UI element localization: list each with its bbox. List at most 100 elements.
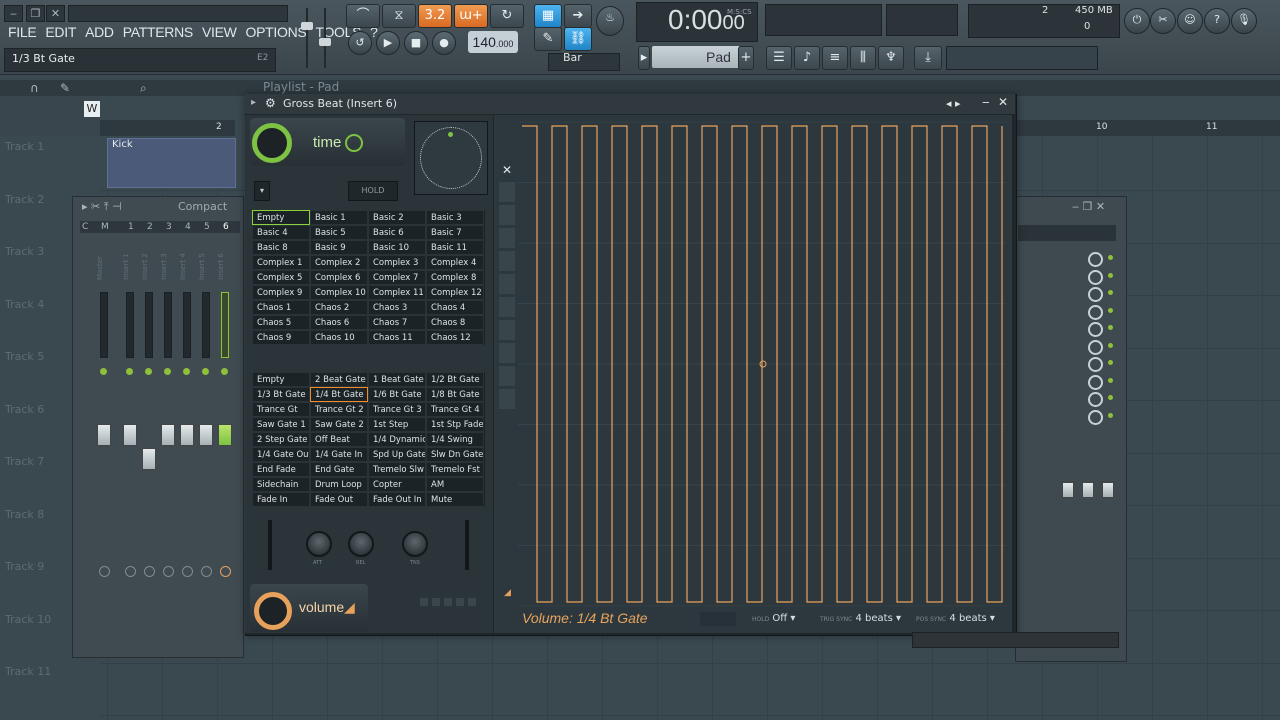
preset-item[interactable]: Basic 6 xyxy=(368,225,426,240)
slot-enable-led[interactable] xyxy=(1108,272,1113,278)
envelope-buttons[interactable] xyxy=(700,612,736,626)
hold-button[interactable]: HOLD xyxy=(348,181,398,201)
mixer-volume-fader[interactable] xyxy=(180,424,194,446)
preset-item[interactable]: Sidechain xyxy=(252,477,310,492)
channel-name-field[interactable] xyxy=(1018,225,1116,241)
preset-item[interactable]: Chaos 12 xyxy=(426,330,484,345)
preset-item[interactable]: Complex 1 xyxy=(252,255,310,270)
right-slider[interactable] xyxy=(465,520,469,570)
chat-icon[interactable]: ☺ xyxy=(1177,8,1203,34)
pencil-tool-icon[interactable]: ✎ xyxy=(60,81,70,95)
preset-item[interactable]: Chaos 10 xyxy=(310,330,368,345)
slot-enable-led[interactable] xyxy=(1108,307,1113,313)
add-pattern-button[interactable]: + xyxy=(738,46,754,70)
mixer-volume-fader[interactable] xyxy=(199,424,213,446)
preset-item[interactable]: Basic 9 xyxy=(310,240,368,255)
browser-icon[interactable]: ♆ xyxy=(878,46,904,70)
track-label[interactable]: Track 9 xyxy=(5,560,44,573)
att-knob[interactable] xyxy=(306,531,332,557)
preset-item[interactable]: 1/4 Gate In xyxy=(310,447,368,462)
loop-icon[interactable]: ↺ xyxy=(348,31,372,55)
preset-item[interactable]: Complex 8 xyxy=(426,270,484,285)
mixer-pan-knob[interactable] xyxy=(182,566,193,577)
slot-mix-knob[interactable] xyxy=(1088,269,1103,285)
track-label[interactable]: Track 10 xyxy=(5,613,51,626)
slot-mix-knob[interactable] xyxy=(1088,287,1103,302)
preset-item[interactable]: Trance Gt 4 xyxy=(426,402,484,417)
cut-icon[interactable]: ✂ xyxy=(1150,8,1176,34)
track-label[interactable]: Track 6 xyxy=(5,403,44,416)
preset-item[interactable]: Fade In xyxy=(252,492,310,507)
preset-nav-icon[interactable]: ◂ ▸ xyxy=(946,97,961,110)
snap-selector[interactable] xyxy=(548,53,620,71)
gb-close-icon[interactable]: ✕ xyxy=(998,95,1008,109)
tns-knob[interactable] xyxy=(402,531,428,557)
pattern-icon[interactable]: W xyxy=(84,101,100,117)
time-menu-arrow[interactable]: ▾ xyxy=(254,181,270,201)
pattern-counter[interactable]: 3.2 xyxy=(418,4,452,28)
slot-mix-knob[interactable] xyxy=(1088,409,1103,425)
preset-item[interactable]: 2 Beat Gate xyxy=(310,372,368,387)
mixer-pan-knob[interactable] xyxy=(144,566,155,577)
pattern-mode-button[interactable]: ▦ xyxy=(534,4,562,28)
wait-input-button[interactable]: ⧖ xyxy=(382,4,416,28)
preset-item[interactable]: Empty xyxy=(252,210,310,225)
preset-item[interactable]: Complex 7 xyxy=(368,270,426,285)
preset-item[interactable]: 1/2 Bt Gate xyxy=(426,372,484,387)
track-label[interactable]: Track 11 xyxy=(5,665,51,678)
pencil-icon[interactable]: ✎ xyxy=(534,27,562,51)
preset-item[interactable]: Basic 10 xyxy=(368,240,426,255)
news-panel[interactable] xyxy=(946,46,1098,70)
mixer-channel-number[interactable]: 3 xyxy=(166,222,172,232)
slot-mix-knob[interactable] xyxy=(1088,322,1103,337)
preset-item[interactable]: Trance Gt 2 xyxy=(310,402,368,417)
track-label[interactable]: Track 8 xyxy=(5,508,44,521)
preset-item[interactable]: Chaos 8 xyxy=(426,315,484,330)
menu-patterns[interactable]: PATTERNS xyxy=(123,24,194,40)
preset-item[interactable]: Basic 2 xyxy=(368,210,426,225)
mixer-pan-knob[interactable] xyxy=(163,566,174,577)
preset-item[interactable]: Basic 8 xyxy=(252,240,310,255)
help-icon[interactable]: ? xyxy=(1204,8,1230,34)
magnet-icon[interactable]: ∩ xyxy=(30,81,39,95)
mixer-volume-fader[interactable] xyxy=(161,424,175,446)
preset-item[interactable]: Fade Out xyxy=(310,492,368,507)
gb-minimize-icon[interactable]: ‒ xyxy=(982,95,990,109)
mixer-enable-led[interactable] xyxy=(221,368,228,375)
preset-item[interactable]: Complex 3 xyxy=(368,255,426,270)
preset-item[interactable]: Chaos 9 xyxy=(252,330,310,345)
play-icon[interactable]: ▶ xyxy=(376,31,400,55)
preset-item[interactable]: Tremelo Slw xyxy=(368,462,426,477)
preset-item[interactable]: Spd Up Gate xyxy=(368,447,426,462)
left-slider[interactable] xyxy=(268,520,272,570)
volume-mix-knob[interactable] xyxy=(254,592,292,630)
menu-options[interactable]: OPTIONS xyxy=(246,24,307,40)
download-icon[interactable]: ⤓ xyxy=(914,46,942,70)
piano-roll-icon[interactable]: ♪ xyxy=(794,46,820,70)
typing-keyboard-icon[interactable]: ♨ xyxy=(596,6,624,36)
preset-item[interactable]: Chaos 11 xyxy=(368,330,426,345)
slot-enable-led[interactable] xyxy=(1108,412,1113,418)
preset-item[interactable]: Empty xyxy=(252,372,310,387)
slot-enable-led[interactable] xyxy=(1108,255,1113,260)
pos-sync-control[interactable]: POS SYNC 4 beats ▾ xyxy=(916,613,995,624)
mixer-pan-knob[interactable] xyxy=(99,566,110,577)
track-label[interactable]: Track 7 xyxy=(5,455,44,468)
track-label[interactable]: Track 1 xyxy=(5,140,44,153)
envelope-close-icon[interactable]: ✕ xyxy=(500,163,514,177)
menu-add[interactable]: ADD xyxy=(85,24,114,40)
mixer-volume-fader[interactable] xyxy=(142,448,156,470)
preset-item[interactable]: 1/4 Gate Out xyxy=(252,447,310,462)
preset-item[interactable]: Basic 3 xyxy=(426,210,484,225)
power-icon[interactable]: ⏻ xyxy=(1124,8,1150,34)
mixer-pan-knob[interactable] xyxy=(125,566,136,577)
preset-item[interactable]: 1/6 Bt Gate xyxy=(368,387,426,402)
track-label[interactable]: Track 3 xyxy=(5,245,44,258)
hold-control[interactable]: HOLD Off ▾ xyxy=(752,613,795,624)
slot-mix-knob[interactable] xyxy=(1088,374,1103,390)
preset-item[interactable]: Saw Gate 1 xyxy=(252,417,310,432)
mixer-enable-led[interactable] xyxy=(126,368,133,375)
slot-enable-led[interactable] xyxy=(1108,360,1113,365)
mixer-icon[interactable]: ⫼ xyxy=(850,46,876,70)
preset-item[interactable]: Complex 2 xyxy=(310,255,368,270)
